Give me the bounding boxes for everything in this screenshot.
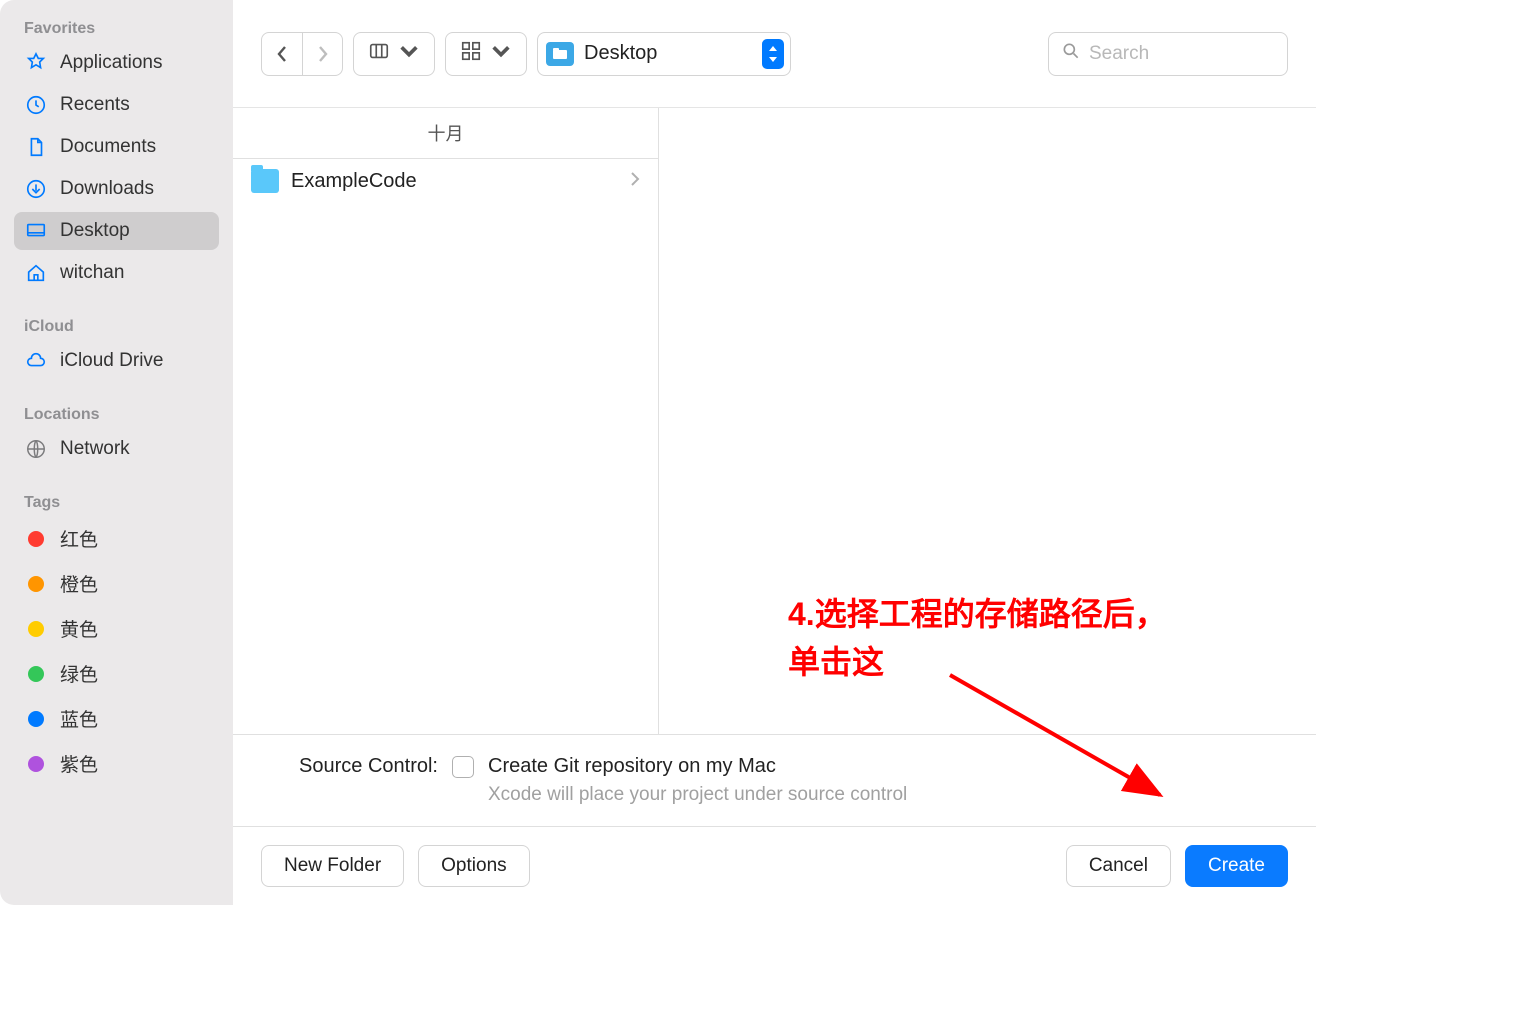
git-checkbox-label: Create Git repository on my Mac (488, 755, 776, 778)
desktop-icon (24, 219, 48, 243)
chevron-down-icon (398, 40, 420, 67)
icloud-header: iCloud (14, 318, 219, 336)
sidebar-item-label: Recents (60, 94, 130, 116)
tag-dot-icon (28, 666, 44, 682)
browser-column-empty (659, 108, 1316, 734)
source-control-section: Source Control: Create Git repository on… (233, 734, 1316, 826)
sidebar-item-icloud-drive[interactable]: iCloud Drive (14, 342, 219, 380)
file-name: ExampleCode (291, 170, 417, 193)
search-icon (1061, 41, 1081, 66)
cancel-button[interactable]: Cancel (1066, 845, 1171, 887)
network-icon (24, 437, 48, 461)
sidebar-item-desktop[interactable]: Desktop (14, 212, 219, 250)
sidebar-item-label: 黄色 (60, 615, 98, 642)
file-browser: 十月 ExampleCode (233, 108, 1316, 734)
options-button[interactable]: Options (418, 845, 529, 887)
sidebar-item-label: Applications (60, 52, 162, 74)
chevron-right-icon (630, 170, 640, 193)
sidebar-item-home[interactable]: witchan (14, 254, 219, 292)
path-popup-button[interactable]: Desktop (537, 32, 791, 76)
column-header: 十月 (233, 108, 658, 159)
sidebar-item-label: 蓝色 (60, 705, 98, 732)
sidebar-tag-red[interactable]: 红色 (14, 518, 219, 559)
folder-icon (251, 169, 279, 193)
grid-icon (460, 40, 482, 67)
sidebar-item-label: 橙色 (60, 570, 98, 597)
sidebar-item-documents[interactable]: Documents (14, 128, 219, 166)
nav-segment (261, 32, 343, 76)
path-label: Desktop (584, 42, 752, 65)
forward-button[interactable] (302, 33, 342, 75)
sidebar-item-label: 绿色 (60, 660, 98, 687)
sidebar-item-label: Downloads (60, 178, 154, 200)
sidebar-tag-yellow[interactable]: 黄色 (14, 608, 219, 649)
sidebar-item-label: witchan (60, 262, 124, 284)
cloud-icon (24, 349, 48, 373)
create-button[interactable]: Create (1185, 845, 1288, 887)
sidebar-item-label: Network (60, 438, 130, 460)
favorites-header: Favorites (14, 20, 219, 38)
file-row-examplecode[interactable]: ExampleCode (233, 159, 658, 203)
save-dialog-window: Favorites Applications Recents Documents… (0, 0, 1316, 905)
view-columns-button[interactable] (353, 32, 435, 76)
button-label: Cancel (1089, 855, 1148, 877)
sidebar-tag-blue[interactable]: 蓝色 (14, 698, 219, 739)
back-button[interactable] (262, 33, 302, 75)
tag-dot-icon (28, 756, 44, 772)
tag-dot-icon (28, 576, 44, 592)
home-icon (24, 261, 48, 285)
sidebar-item-label: 紫色 (60, 750, 98, 777)
button-label: Create (1208, 855, 1265, 877)
sidebar-item-applications[interactable]: Applications (14, 44, 219, 82)
columns-icon (368, 40, 390, 67)
source-control-label: Source Control: (263, 755, 438, 778)
toolbar: Desktop (233, 0, 1316, 108)
git-checkbox[interactable] (452, 756, 474, 778)
sidebar-item-recents[interactable]: Recents (14, 86, 219, 124)
locations-header: Locations (14, 406, 219, 424)
sidebar: Favorites Applications Recents Documents… (0, 0, 233, 905)
sidebar-tag-orange[interactable]: 橙色 (14, 563, 219, 604)
sidebar-item-label: Desktop (60, 220, 130, 242)
downloads-icon (24, 177, 48, 201)
sidebar-item-downloads[interactable]: Downloads (14, 170, 219, 208)
search-field[interactable] (1048, 32, 1288, 76)
browser-column: 十月 ExampleCode (233, 108, 659, 734)
new-folder-button[interactable]: New Folder (261, 845, 404, 887)
folder-badge-icon (546, 42, 574, 66)
sidebar-item-network[interactable]: Network (14, 430, 219, 468)
tag-dot-icon (28, 711, 44, 727)
tags-header: Tags (14, 494, 219, 512)
sidebar-tag-green[interactable]: 绿色 (14, 653, 219, 694)
chevron-down-icon (490, 40, 512, 67)
document-icon (24, 135, 48, 159)
group-by-button[interactable] (445, 32, 527, 76)
button-label: New Folder (284, 855, 381, 877)
sidebar-item-label: Documents (60, 136, 156, 158)
search-input[interactable] (1089, 43, 1275, 65)
clock-icon (24, 93, 48, 117)
sidebar-tag-purple[interactable]: 紫色 (14, 743, 219, 784)
sidebar-item-label: iCloud Drive (60, 350, 163, 372)
path-stepper-icon (762, 39, 784, 69)
button-label: Options (441, 855, 506, 877)
source-control-hint: Xcode will place your project under sour… (488, 784, 1286, 806)
footer-bar: New Folder Options Cancel Create (233, 826, 1316, 905)
tag-dot-icon (28, 621, 44, 637)
main-area: Desktop 十月 ExampleCode (233, 0, 1316, 905)
tag-dot-icon (28, 531, 44, 547)
sidebar-item-label: 红色 (60, 525, 98, 552)
applications-icon (24, 51, 48, 75)
